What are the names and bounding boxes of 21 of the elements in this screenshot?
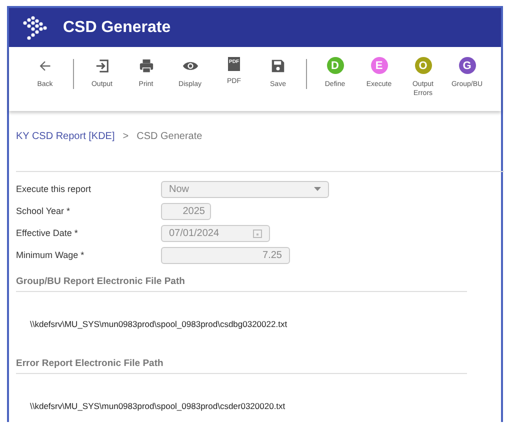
file-path-text: \\kdefsrv\MU_SYS\mun0983prod\spool_0983prod\csder0320020.txt [29,400,286,413]
breadcrumb-link[interactable]: KY CSD Report [KDE] [16,131,115,145]
letter-circle-icon: O [414,57,432,74]
section-heading: Error Report Electronic File Path [16,358,467,374]
breadcrumb-separator: > [122,131,129,144]
dots-logo-icon [21,14,49,40]
field-label: Effective Date * [16,228,79,238]
section-heading: Group/BU Report Electronic File Path [16,276,467,292]
file-path-text: \\kdefsrv\MU_SYS\mun0983prod\spool_0983prod\csdbg0320022.txt [29,318,288,331]
letter-circle-icon: E [370,57,388,74]
letter-circle-icon: G [458,57,476,74]
calendar-icon [253,228,262,238]
window-title: CSD Generate [63,18,171,36]
output-icon [94,58,110,74]
field-label: Minimum Wage * [16,250,86,260]
field-label: School Year * [16,206,72,216]
breadcrumb-current: CSD Generate [136,131,202,144]
caret-icon [314,187,321,191]
printer-icon [138,58,154,74]
field-label: Execute this report [16,184,92,194]
letter-circle-icon: D [326,57,344,74]
